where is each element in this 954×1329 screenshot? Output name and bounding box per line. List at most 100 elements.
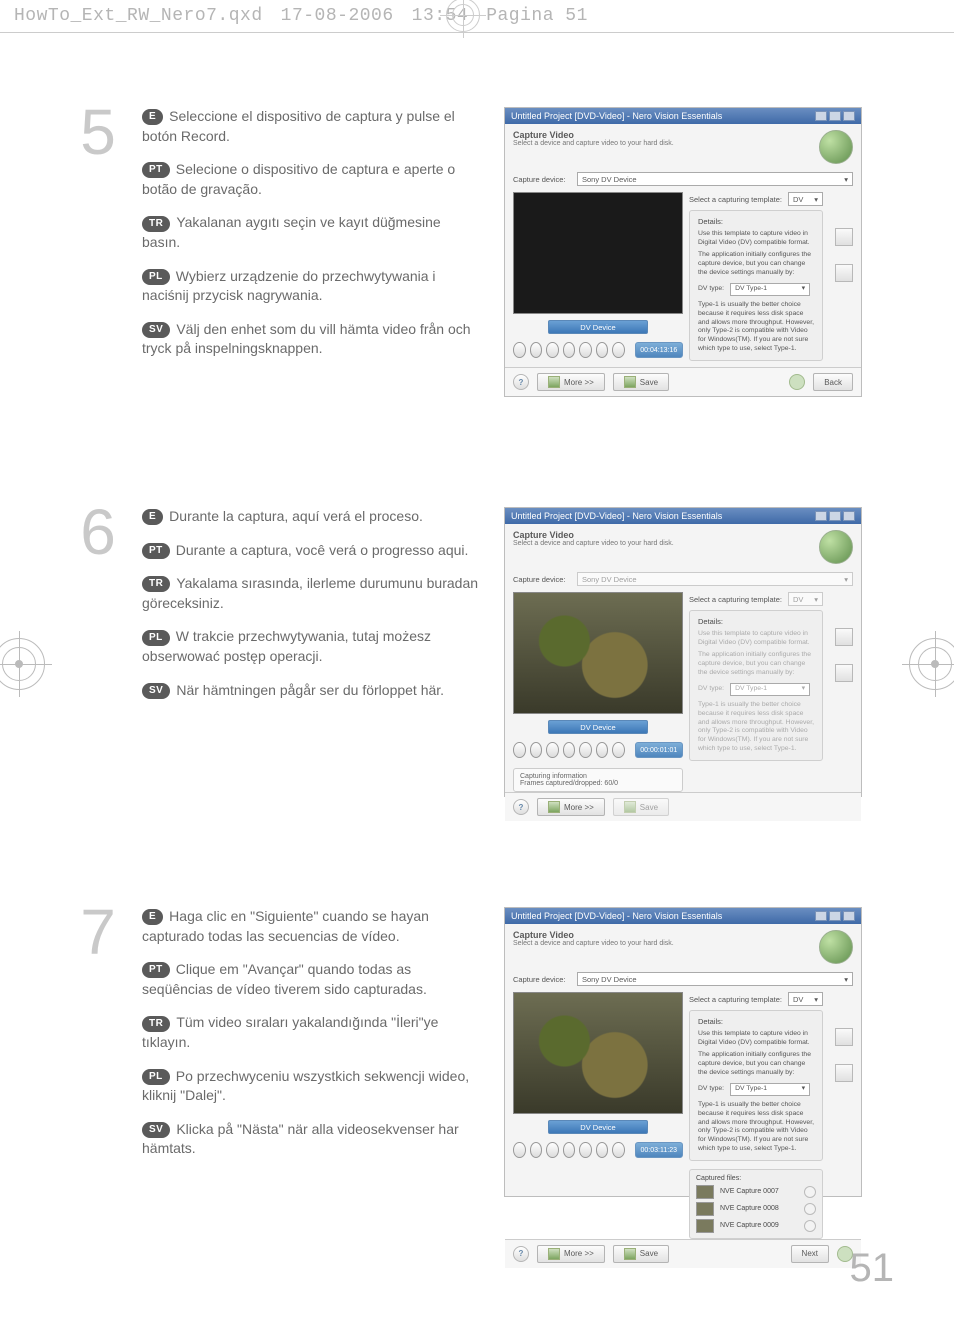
play-button[interactable] <box>530 342 543 358</box>
file-thumb-icon <box>696 1219 714 1233</box>
template-combo[interactable]: DV▾ <box>788 992 823 1006</box>
capture-subtitle: Select a device and capture video to you… <box>513 540 674 547</box>
transport-controls: 00:04:13:16 <box>513 342 683 358</box>
frame-fwd-button[interactable] <box>579 742 592 758</box>
dv-type-combo[interactable]: DV Type-1▾ <box>730 1083 810 1096</box>
stop-button[interactable] <box>546 1142 559 1158</box>
template-label: Select a capturing template: <box>689 195 782 204</box>
lang-badge-sv: SV <box>142 1122 170 1138</box>
rewind-button[interactable] <box>513 342 526 358</box>
lang-badge-pl: PL <box>142 630 170 646</box>
delete-icon[interactable] <box>804 1220 816 1232</box>
chevron-down-icon: ▾ <box>814 595 818 604</box>
window-controls <box>815 111 855 121</box>
rewind-button[interactable] <box>513 1142 526 1158</box>
window-title: Untitled Project [DVD-Video] - Nero Visi… <box>511 511 722 521</box>
template-combo[interactable]: DV▾ <box>788 192 823 206</box>
capture-device-combo[interactable]: Sony DV Device▾ <box>577 172 853 186</box>
more-button[interactable]: More >> <box>537 1245 605 1263</box>
min-icon[interactable] <box>815 911 827 921</box>
play-button[interactable] <box>530 1142 543 1158</box>
disk-icon <box>624 1248 636 1260</box>
captured-file-row[interactable]: NVE Capture 0009 <box>696 1219 816 1233</box>
details-line1: Use this template to capture video in Di… <box>698 1030 814 1048</box>
close-icon[interactable] <box>843 911 855 921</box>
disk-icon <box>624 801 636 813</box>
record-button[interactable] <box>612 1142 625 1158</box>
more-button[interactable]: More >> <box>537 798 605 816</box>
chevron-down-icon: ▾ <box>814 195 818 204</box>
frame-back-button[interactable] <box>563 342 576 358</box>
capture-device-combo[interactable]: Sony DV Device▾ <box>577 972 853 986</box>
lang-badge-e: E <box>142 109 163 125</box>
min-icon[interactable] <box>815 111 827 121</box>
min-icon[interactable] <box>815 511 827 521</box>
config-icon[interactable] <box>835 1028 853 1046</box>
help-icon[interactable]: ? <box>513 374 529 390</box>
captured-files-title: Captured files: <box>696 1175 816 1182</box>
frame-fwd-button[interactable] <box>579 342 592 358</box>
registration-mark-right <box>906 635 954 693</box>
chevron-down-icon: ▾ <box>802 285 805 294</box>
dv-type-combo[interactable]: DV Type-1▾ <box>730 283 810 296</box>
chevron-down-icon: ▾ <box>814 995 818 1004</box>
max-icon[interactable] <box>829 911 841 921</box>
dv-device-label: DV Device <box>548 720 648 734</box>
help-icon[interactable]: ? <box>513 799 529 815</box>
transport-controls: 00:00:01:01 <box>513 742 683 758</box>
step-5-tr: Yakalanan aygıtı seçin ve kayıt düğmesin… <box>142 214 441 250</box>
details-heading: Details: <box>698 617 814 627</box>
snapshot-icon[interactable] <box>835 664 853 682</box>
registration-mark-top <box>446 0 480 32</box>
step-5-pt: Selecione o dispositivo de captura e ape… <box>142 161 455 197</box>
capture-title: Capture Video <box>513 930 674 940</box>
record-button[interactable] <box>612 342 625 358</box>
ffwd-button[interactable] <box>596 342 609 358</box>
stop-button[interactable] <box>546 342 559 358</box>
delete-icon[interactable] <box>804 1203 816 1215</box>
frame-back-button[interactable] <box>563 1142 576 1158</box>
next-button[interactable]: Next <box>791 1245 829 1263</box>
details-line1: Use this template to capture video in Di… <box>698 630 814 648</box>
nero-screenshot-5: Untitled Project [DVD-Video] - Nero Visi… <box>504 107 862 397</box>
stop-button[interactable] <box>546 742 559 758</box>
save-button: Save <box>613 798 669 816</box>
header-pagelabel: Pagina 51 <box>486 6 588 26</box>
captured-file-row[interactable]: NVE Capture 0008 <box>696 1202 816 1216</box>
details-heading: Details: <box>698 1017 814 1027</box>
help-icon[interactable]: ? <box>513 1246 529 1262</box>
close-icon[interactable] <box>843 111 855 121</box>
back-button[interactable]: Back <box>813 373 853 391</box>
snapshot-icon[interactable] <box>835 264 853 282</box>
frame-fwd-button[interactable] <box>579 1142 592 1158</box>
max-icon[interactable] <box>829 111 841 121</box>
delete-icon[interactable] <box>804 1186 816 1198</box>
save-button[interactable]: Save <box>613 373 669 391</box>
close-icon[interactable] <box>843 511 855 521</box>
ffwd-button[interactable] <box>596 1142 609 1158</box>
template-label: Select a capturing template: <box>689 995 782 1004</box>
more-button[interactable]: More >> <box>537 373 605 391</box>
file-name: NVE Capture 0008 <box>720 1205 779 1212</box>
details-line3: Type-1 is usually the better choice beca… <box>698 701 814 754</box>
frame-back-button[interactable] <box>563 742 576 758</box>
page-number: 51 <box>850 1246 895 1291</box>
config-icon[interactable] <box>835 228 853 246</box>
dv-device-label: DV Device <box>548 1120 648 1134</box>
snapshot-icon[interactable] <box>835 1064 853 1082</box>
ffwd-button[interactable] <box>596 742 609 758</box>
registration-mark-left <box>0 635 48 693</box>
play-button[interactable] <box>530 742 543 758</box>
max-icon[interactable] <box>829 511 841 521</box>
capture-title: Capture Video <box>513 530 674 540</box>
save-button[interactable]: Save <box>613 1245 669 1263</box>
step-5-pl: Wybierz urządzenie do przechwytywania i … <box>142 268 436 304</box>
captured-file-row[interactable]: NVE Capture 0007 <box>696 1185 816 1199</box>
details-panel: Details: Use this template to capture vi… <box>689 1010 823 1161</box>
capture-device-label: Capture device: <box>513 575 571 584</box>
config-icon[interactable] <box>835 628 853 646</box>
toolbox-icon <box>548 801 560 813</box>
back-icon <box>789 374 805 390</box>
record-button[interactable] <box>612 742 625 758</box>
rewind-button[interactable] <box>513 742 526 758</box>
